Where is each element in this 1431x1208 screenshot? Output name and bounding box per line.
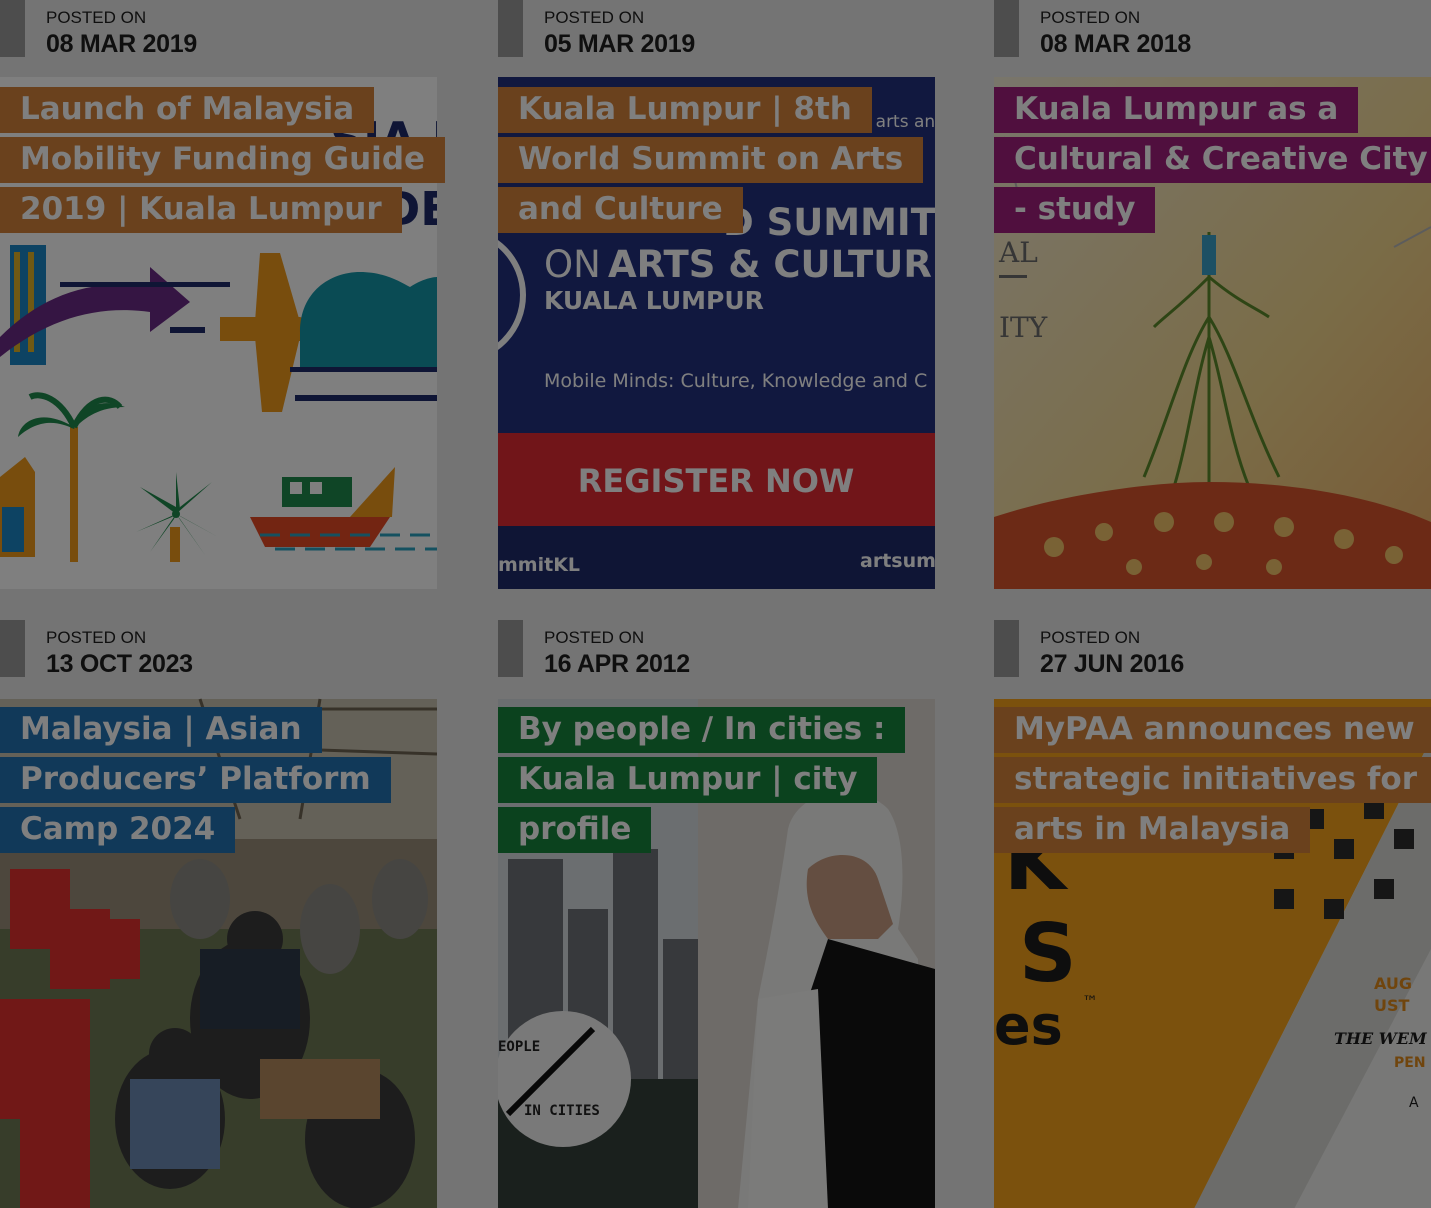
article-title-tag[interactable]: Kuala Lumpur | 8th World Summit on Arts … xyxy=(498,84,935,234)
date-marker-bar xyxy=(0,620,25,677)
posted-on-block: POSTED ON 27 JUN 2016 xyxy=(994,620,1431,680)
article-card-6[interactable]: POSTED ON 27 JUN 2016 K S es ™ AUG UST T… xyxy=(994,620,1431,1208)
date-marker-bar xyxy=(0,0,25,57)
banner-hashtag: mmitKL xyxy=(498,554,580,576)
poster-small-5: A xyxy=(1409,1095,1419,1111)
posted-on-label: POSTED ON xyxy=(46,628,147,647)
poster-letters-3: es xyxy=(994,994,1063,1057)
date-marker-bar xyxy=(994,0,1019,57)
article-card-3[interactable]: POSTED ON 08 MAR 2018 AL ITY Kuala Lumpu… xyxy=(994,0,1431,589)
article-title-tag[interactable]: Launch of Malaysia Mobility Funding Guid… xyxy=(0,84,446,234)
posted-on-block: POSTED ON 08 MAR 2018 xyxy=(994,0,1431,60)
banner-city: KUALA LUMPUR xyxy=(544,286,764,315)
post-date: 16 APR 2012 xyxy=(544,650,690,678)
register-now-text: REGISTER NOW xyxy=(578,462,854,500)
article-title-tag[interactable]: Malaysia | Asian Producers’ Platform Cam… xyxy=(0,704,437,854)
article-title[interactable]: Launch of Malaysia Mobility Funding Guid… xyxy=(0,87,446,233)
post-date: 13 OCT 2023 xyxy=(46,650,193,678)
posted-on-label: POSTED ON xyxy=(46,8,147,27)
banner-headline-2-prefix: ON xyxy=(544,243,601,286)
article-title-tag[interactable]: Kuala Lumpur as a Cultural & Creative Ci… xyxy=(994,84,1431,234)
article-title[interactable]: Kuala Lumpur as a Cultural & Creative Ci… xyxy=(994,87,1431,233)
article-card-5[interactable]: POSTED ON 16 APR 2012 EOPLE IN CITIES By… xyxy=(498,620,935,1208)
banner-site: artsum xyxy=(860,550,935,572)
poster-letter-2: S xyxy=(1019,907,1077,1000)
image-text-fragment-2: ITY xyxy=(999,311,1048,344)
posted-on-label: POSTED ON xyxy=(1040,8,1141,27)
poster-small-1: AUG xyxy=(1374,974,1412,993)
post-date: 05 MAR 2019 xyxy=(544,30,695,58)
date-marker-bar xyxy=(498,620,523,677)
poster-small-2: UST xyxy=(1374,996,1410,1015)
date-marker-bar xyxy=(994,620,1019,677)
image-text-line-1: EOPLE xyxy=(498,1039,540,1055)
posted-on-label: POSTED ON xyxy=(544,8,645,27)
posted-on-block: POSTED ON 13 OCT 2023 xyxy=(0,620,437,680)
banner-tagline: Mobile Minds: Culture, Knowledge and C xyxy=(544,370,927,392)
poster-small-3: THE WEM xyxy=(1334,1029,1428,1048)
article-card-2[interactable]: POSTED ON 05 MAR 2019 e of arts an D SUM… xyxy=(498,0,935,589)
posted-on-label: POSTED ON xyxy=(1040,628,1141,647)
post-date: 08 MAR 2018 xyxy=(1040,30,1191,58)
image-text-line-2: IN CITIES xyxy=(524,1103,600,1119)
article-title[interactable]: Kuala Lumpur | 8th World Summit on Arts … xyxy=(498,87,924,233)
posted-on-label: POSTED ON xyxy=(544,628,645,647)
article-title[interactable]: MyPAA announces new strategic initiative… xyxy=(994,707,1431,853)
image-text-fragment: AL xyxy=(998,236,1038,269)
banner-headline-2: ARTS & CULTURE xyxy=(608,243,935,286)
article-card-1[interactable]: POSTED ON 08 MAR 2019 SIA M IDE xyxy=(0,0,446,589)
article-card-4[interactable]: POSTED ON 13 OCT 2023 Malaysia | Asian P… xyxy=(0,620,437,1208)
poster-trademark: ™ xyxy=(1082,992,1098,1011)
poster-small-4: PEN xyxy=(1394,1055,1426,1071)
posted-on-block: POSTED ON 05 MAR 2019 xyxy=(498,0,935,60)
article-title-tag[interactable]: By people / In cities : Kuala Lumpur | c… xyxy=(498,704,935,854)
article-title-tag[interactable]: MyPAA announces new strategic initiative… xyxy=(994,704,1431,854)
article-title[interactable]: By people / In cities : Kuala Lumpur | c… xyxy=(498,707,906,853)
article-title[interactable]: Malaysia | Asian Producers’ Platform Cam… xyxy=(0,707,391,853)
date-marker-bar xyxy=(498,0,523,57)
posted-on-block: POSTED ON 08 MAR 2019 xyxy=(0,0,437,60)
post-date: 08 MAR 2019 xyxy=(46,30,197,58)
posted-on-block: POSTED ON 16 APR 2012 xyxy=(498,620,935,680)
post-date: 27 JUN 2016 xyxy=(1040,650,1185,678)
